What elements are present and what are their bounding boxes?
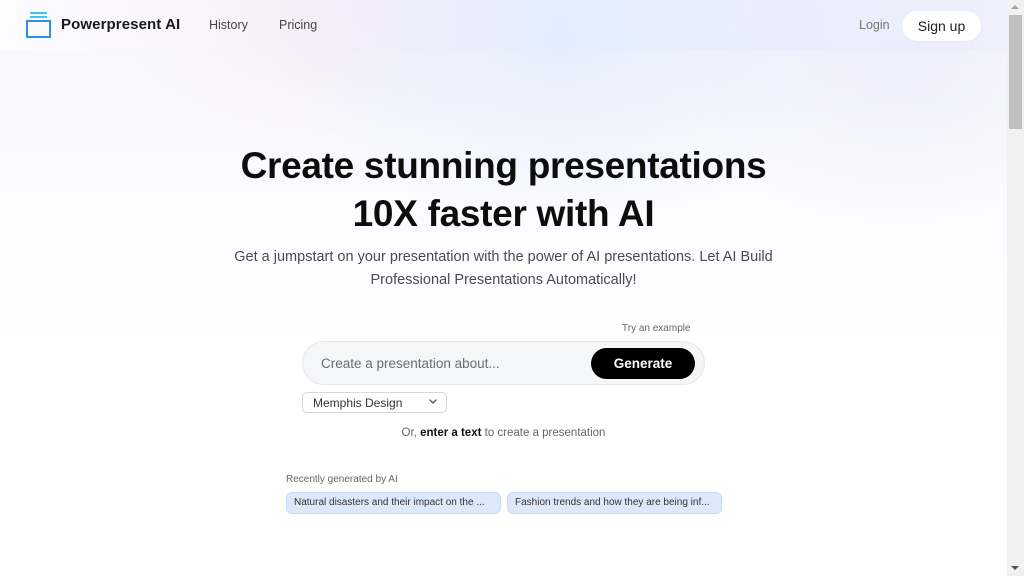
style-select-value: Memphis Design — [313, 396, 403, 410]
hero-title-line1: Create stunning presentations — [240, 145, 767, 186]
logo-window — [26, 20, 51, 38]
prompt-input[interactable] — [321, 352, 581, 374]
or-suffix: to create a presentation — [484, 427, 606, 439]
page: Powerpresent AI History Pricing Login Si… — [0, 0, 1007, 576]
login-link[interactable]: Login — [859, 18, 890, 32]
scroll-up-arrow-icon[interactable] — [1011, 5, 1019, 9]
chevron-down-icon — [429, 399, 437, 404]
hero-title-line2: 10X faster with AI — [352, 193, 655, 234]
nav-link-history[interactable]: History — [209, 18, 248, 32]
nav-link-pricing[interactable]: Pricing — [279, 18, 317, 32]
prompt-box: Generate — [302, 341, 705, 385]
brand-name[interactable]: Powerpresent AI — [61, 16, 180, 33]
hero-title: Create stunning presentations 10X faster… — [0, 142, 1007, 238]
logo-stripe — [30, 16, 47, 18]
or-prefix: Or, — [401, 427, 417, 439]
vertical-scrollbar[interactable] — [1007, 0, 1024, 576]
scroll-down-arrow-icon[interactable] — [1011, 566, 1019, 570]
try-example-link[interactable]: Try an example — [622, 323, 691, 334]
style-select[interactable]: Memphis Design — [302, 392, 447, 413]
generate-button[interactable]: Generate — [591, 348, 695, 379]
enter-text-line: Or, enter a text to create a presentatio… — [0, 427, 1007, 439]
logo-stripe — [30, 12, 47, 14]
recent-chip[interactable]: Natural disasters and their impact on th… — [286, 492, 501, 514]
signup-button[interactable]: Sign up — [902, 11, 981, 41]
hero-subtitle: Get a jumpstart on your presentation wit… — [234, 249, 773, 288]
scroll-thumb[interactable] — [1009, 15, 1022, 129]
recent-label: Recently generated by AI — [286, 474, 398, 485]
top-nav: Powerpresent AI History Pricing Login Si… — [0, 0, 1007, 51]
enter-text-link[interactable]: enter a text — [420, 427, 481, 439]
logo-icon[interactable] — [26, 12, 51, 38]
recent-chip[interactable]: Fashion trends and how they are being in… — [507, 492, 722, 514]
